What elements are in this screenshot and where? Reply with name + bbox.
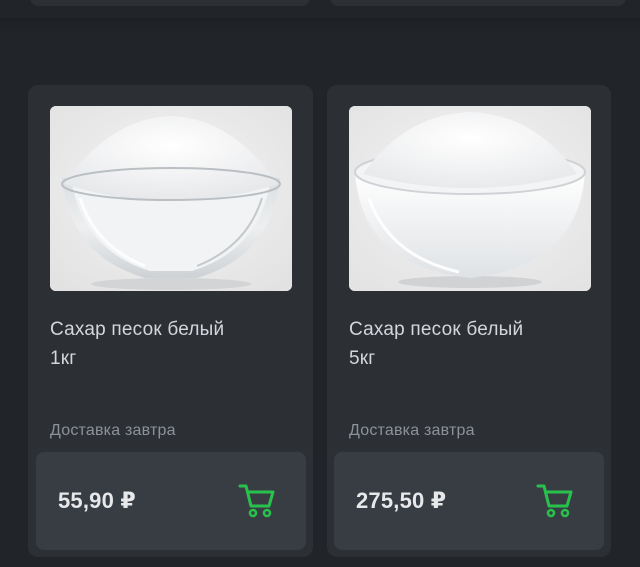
add-to-cart-button[interactable] — [534, 480, 576, 520]
product-grid: Сахар песок белый 1кг Доставка завтра 55… — [0, 0, 640, 567]
row-divider — [0, 18, 640, 32]
buy-bar[interactable]: 275,50 ₽ — [334, 452, 604, 550]
previous-card-left[interactable] — [30, 0, 310, 6]
add-to-cart-button[interactable] — [236, 480, 278, 520]
cart-icon — [238, 484, 275, 518]
product-image-sugar-glass-bowl[interactable] — [50, 106, 292, 291]
product-card[interactable]: Сахар песок белый 5кг Доставка завтра 27… — [327, 85, 611, 557]
cart-icon — [536, 484, 573, 518]
product-image-sugar-white-bowl[interactable] — [349, 106, 591, 291]
buy-bar[interactable]: 55,90 ₽ — [36, 452, 306, 550]
delivery-info: Доставка завтра — [50, 422, 176, 439]
product-title-line1: Сахар песок белый — [50, 319, 225, 340]
previous-card-right[interactable] — [330, 0, 626, 6]
product-title[interactable]: Сахар песок белый 5кг — [349, 315, 589, 373]
product-price: 275,50 ₽ — [356, 488, 447, 513]
product-title-line2: 5кг — [349, 348, 376, 369]
product-card[interactable]: Сахар песок белый 1кг Доставка завтра 55… — [28, 85, 313, 557]
product-title[interactable]: Сахар песок белый 1кг — [50, 315, 290, 373]
delivery-info: Доставка завтра — [349, 422, 475, 439]
product-title-line1: Сахар песок белый — [349, 319, 524, 340]
product-title-line2: 1кг — [50, 348, 77, 369]
sugar-glass-bowl-image — [50, 106, 292, 291]
product-price: 55,90 ₽ — [58, 488, 136, 513]
sugar-white-bowl-image — [349, 106, 591, 291]
